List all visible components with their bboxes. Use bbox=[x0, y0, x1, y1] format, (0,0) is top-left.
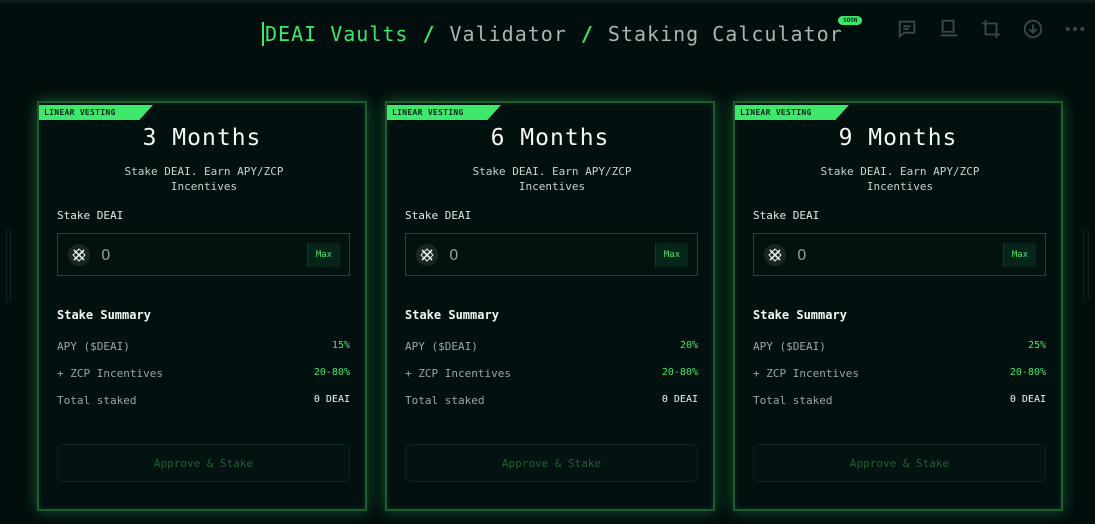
apy-row: APY ($DEAI) 20% bbox=[405, 340, 698, 353]
total-staked-label: Total staked bbox=[405, 394, 485, 407]
stake-amount-input[interactable]: 0 Max bbox=[57, 233, 350, 276]
linear-vesting-tag: LINEAR VESTING bbox=[387, 105, 501, 120]
breadcrumb: DEAI Vaults / Validator / Staking Calcul… bbox=[262, 22, 843, 46]
crop-icon[interactable] bbox=[979, 18, 1003, 40]
stake-summary-title: Stake Summary bbox=[57, 308, 151, 322]
apy-row: APY ($DEAI) 25% bbox=[753, 340, 1046, 353]
vault-card-9-months: LINEAR VESTING 9 Months Stake DEAI. Earn… bbox=[733, 101, 1063, 511]
linear-vesting-tag: LINEAR VESTING bbox=[735, 105, 849, 120]
zcp-value: 20-80% bbox=[1009, 367, 1046, 378]
zcp-label: + ZCP Incentives bbox=[753, 367, 859, 380]
total-staked-value: 0 DEAI bbox=[661, 394, 698, 405]
approve-stake-button[interactable]: Approve & Stake bbox=[57, 444, 350, 482]
zcp-row: + ZCP Incentives 20-80% bbox=[405, 367, 698, 380]
card-description: Stake DEAI. Earn APY/ZCP Incentives bbox=[124, 165, 284, 193]
right-scroll-handle[interactable] bbox=[1083, 228, 1089, 302]
max-button[interactable]: Max bbox=[655, 243, 688, 267]
deai-token-icon bbox=[764, 244, 786, 266]
breadcrumb-separator: / bbox=[422, 22, 436, 46]
card-title: 3 Months bbox=[142, 125, 262, 151]
download-icon[interactable] bbox=[1021, 18, 1045, 40]
layout-icon[interactable] bbox=[937, 18, 961, 40]
stake-label: Stake DEAI bbox=[405, 209, 472, 222]
total-staked-row: Total staked 0 DEAI bbox=[405, 394, 698, 407]
zcp-row: + ZCP Incentives 20-80% bbox=[57, 367, 350, 380]
zcp-value: 20-80% bbox=[661, 367, 698, 378]
nav-staking-calculator[interactable]: Staking Calculator bbox=[608, 22, 843, 46]
zcp-row: + ZCP Incentives 20-80% bbox=[753, 367, 1046, 380]
total-staked-row: Total staked 0 DEAI bbox=[57, 394, 350, 407]
approve-stake-button[interactable]: Approve & Stake bbox=[405, 444, 698, 482]
apy-value: 25% bbox=[1027, 340, 1046, 351]
apy-value: 20% bbox=[679, 340, 698, 351]
breadcrumb-separator: / bbox=[580, 22, 594, 46]
card-description: Stake DEAI. Earn APY/ZCP Incentives bbox=[820, 165, 980, 193]
total-staked-label: Total staked bbox=[753, 394, 833, 407]
apy-value: 15% bbox=[331, 340, 350, 351]
more-icon[interactable] bbox=[1063, 18, 1087, 40]
left-scroll-handle[interactable] bbox=[6, 228, 11, 302]
max-button[interactable]: Max bbox=[307, 243, 340, 267]
nav-validator[interactable]: Validator bbox=[450, 22, 567, 46]
stake-amount-input[interactable]: 0 Max bbox=[753, 233, 1046, 276]
total-staked-row: Total staked 0 DEAI bbox=[753, 394, 1046, 407]
apy-label: APY ($DEAI) bbox=[405, 340, 478, 353]
stake-amount-input[interactable]: 0 Max bbox=[405, 233, 698, 276]
deai-token-icon bbox=[68, 244, 90, 266]
total-staked-value: 0 DEAI bbox=[313, 394, 350, 405]
max-button[interactable]: Max bbox=[1003, 243, 1036, 267]
card-title: 6 Months bbox=[490, 125, 610, 151]
vault-card-6-months: LINEAR VESTING 6 Months Stake DEAI. Earn… bbox=[385, 101, 715, 511]
approve-stake-button[interactable]: Approve & Stake bbox=[753, 444, 1046, 482]
stake-summary-title: Stake Summary bbox=[405, 308, 499, 322]
total-staked-value: 0 DEAI bbox=[1009, 394, 1046, 405]
zcp-label: + ZCP Incentives bbox=[57, 367, 163, 380]
card-description: Stake DEAI. Earn APY/ZCP Incentives bbox=[472, 165, 632, 193]
soon-badge: SOON bbox=[838, 16, 863, 25]
apy-row: APY ($DEAI) 15% bbox=[57, 340, 350, 353]
nav-deai-vaults[interactable]: DEAI Vaults bbox=[262, 22, 408, 46]
total-staked-label: Total staked bbox=[57, 394, 137, 407]
linear-vesting-tag: LINEAR VESTING bbox=[39, 105, 153, 120]
card-title: 9 Months bbox=[838, 125, 958, 151]
stake-amount-value: 0 bbox=[797, 246, 807, 264]
stake-label: Stake DEAI bbox=[753, 209, 820, 222]
deai-token-icon bbox=[416, 244, 438, 266]
zcp-label: + ZCP Incentives bbox=[405, 367, 511, 380]
zcp-value: 20-80% bbox=[313, 367, 350, 378]
stake-summary-title: Stake Summary bbox=[753, 308, 847, 322]
toolbar bbox=[895, 18, 1087, 40]
comment-icon[interactable] bbox=[895, 18, 919, 40]
stake-amount-value: 0 bbox=[449, 246, 459, 264]
window-top-edge bbox=[0, 0, 1095, 3]
stake-label: Stake DEAI bbox=[57, 209, 124, 222]
vault-card-3-months: LINEAR VESTING 3 Months Stake DEAI. Earn… bbox=[37, 101, 367, 511]
stake-amount-value: 0 bbox=[101, 246, 111, 264]
apy-label: APY ($DEAI) bbox=[753, 340, 826, 353]
apy-label: APY ($DEAI) bbox=[57, 340, 130, 353]
